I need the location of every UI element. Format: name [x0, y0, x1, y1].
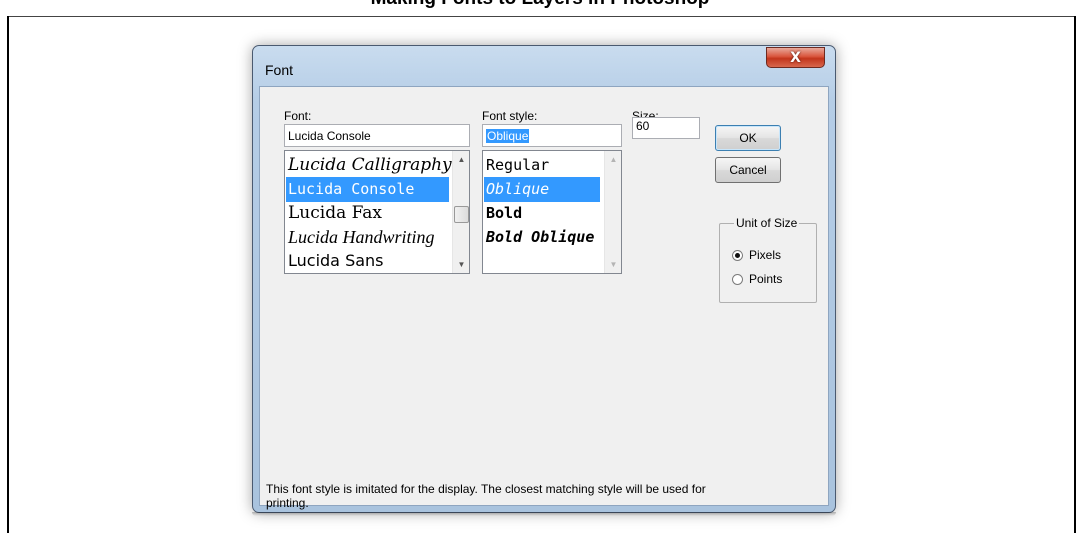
- style-list-item-bold[interactable]: Bold: [484, 201, 602, 226]
- font-style-list[interactable]: Regular Oblique Bold Bold Oblique ▲ ▼: [482, 150, 622, 274]
- style-list-item-regular[interactable]: Regular: [484, 153, 602, 178]
- radio-pixels-label: Pixels: [749, 248, 782, 262]
- scroll-down-arrow-icon[interactable]: ▼: [605, 256, 621, 273]
- radio-pixels-indicator[interactable]: [732, 249, 743, 261]
- close-icon: X: [790, 49, 801, 66]
- scroll-up-arrow-icon[interactable]: ▲: [605, 151, 621, 168]
- font-list-item-calligraphy[interactable]: Lucida Calligraphy: [286, 153, 452, 178]
- scroll-down-arrow-icon[interactable]: ▼: [453, 256, 469, 273]
- font-list-item-handwriting[interactable]: Lucida Handwriting: [286, 225, 452, 250]
- font-list-scrollbar[interactable]: ▲ ▼: [452, 151, 469, 273]
- backdrop-frame-right: [1074, 16, 1076, 533]
- ok-button[interactable]: OK: [715, 125, 781, 151]
- font-list-item-sans[interactable]: Lucida Sans: [286, 249, 452, 273]
- unit-of-size-legend: Unit of Size: [734, 216, 800, 230]
- font-label: Font:: [284, 109, 312, 123]
- font-list-item-fax[interactable]: Lucida Fax: [286, 201, 452, 226]
- style-list-item-bold-oblique[interactable]: Bold Oblique: [484, 225, 602, 250]
- font-name-input[interactable]: Lucida Console: [284, 124, 470, 147]
- printing-note: This font style is imitated for the disp…: [266, 482, 706, 510]
- backdrop-frame-left: [7, 16, 9, 533]
- style-list-item-oblique[interactable]: Oblique: [484, 177, 600, 202]
- unit-of-size-group: [719, 223, 817, 303]
- font-style-input[interactable]: Oblique: [482, 124, 622, 147]
- radio-points-indicator[interactable]: [732, 273, 743, 285]
- font-style-label: Font style:: [482, 109, 538, 123]
- close-button[interactable]: X: [766, 47, 825, 68]
- font-list-item-console[interactable]: Lucida Console: [286, 177, 449, 202]
- dialog-client-area: Font: Lucida Console Lucida Calligraphy …: [259, 86, 829, 510]
- backdrop-heading: Making Fonts to Layers in Photoshop: [0, 0, 1080, 10]
- font-style-input-value: Oblique: [486, 129, 530, 143]
- cancel-button[interactable]: Cancel: [715, 157, 781, 183]
- dialog-title: Font: [265, 62, 294, 78]
- scroll-up-arrow-icon[interactable]: ▲: [453, 151, 469, 168]
- dialog-shadow: [252, 512, 836, 516]
- size-input[interactable]: 60: [632, 117, 700, 139]
- style-list-scrollbar[interactable]: ▲ ▼: [604, 151, 621, 273]
- font-dialog: Font X Font: Lucida Console Lucida Calli…: [252, 45, 836, 513]
- backdrop-frame-top: [7, 16, 1076, 17]
- scroll-thumb[interactable]: [454, 206, 469, 223]
- font-name-list[interactable]: Lucida Calligraphy Lucida Console Lucida…: [284, 150, 470, 274]
- radio-points[interactable]: Points: [732, 272, 782, 286]
- radio-pixels[interactable]: Pixels: [732, 248, 781, 262]
- radio-points-label: Points: [749, 272, 783, 286]
